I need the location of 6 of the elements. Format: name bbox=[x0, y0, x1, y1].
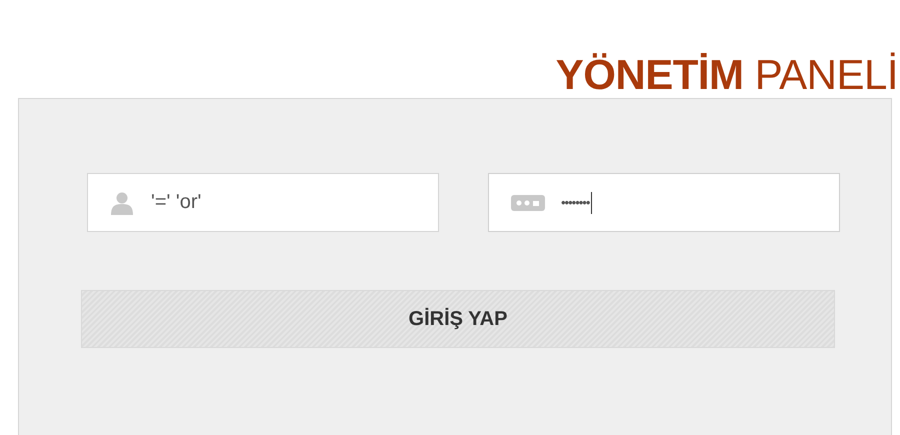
user-icon bbox=[110, 190, 134, 214]
password-field[interactable]: •••••••• bbox=[488, 173, 840, 232]
password-icon bbox=[511, 194, 545, 210]
username-field[interactable]: '=' 'or' bbox=[87, 173, 439, 232]
page-title: YÖNETİM PANELİ bbox=[556, 54, 898, 96]
login-button[interactable]: GİRİŞ YAP bbox=[81, 290, 835, 348]
